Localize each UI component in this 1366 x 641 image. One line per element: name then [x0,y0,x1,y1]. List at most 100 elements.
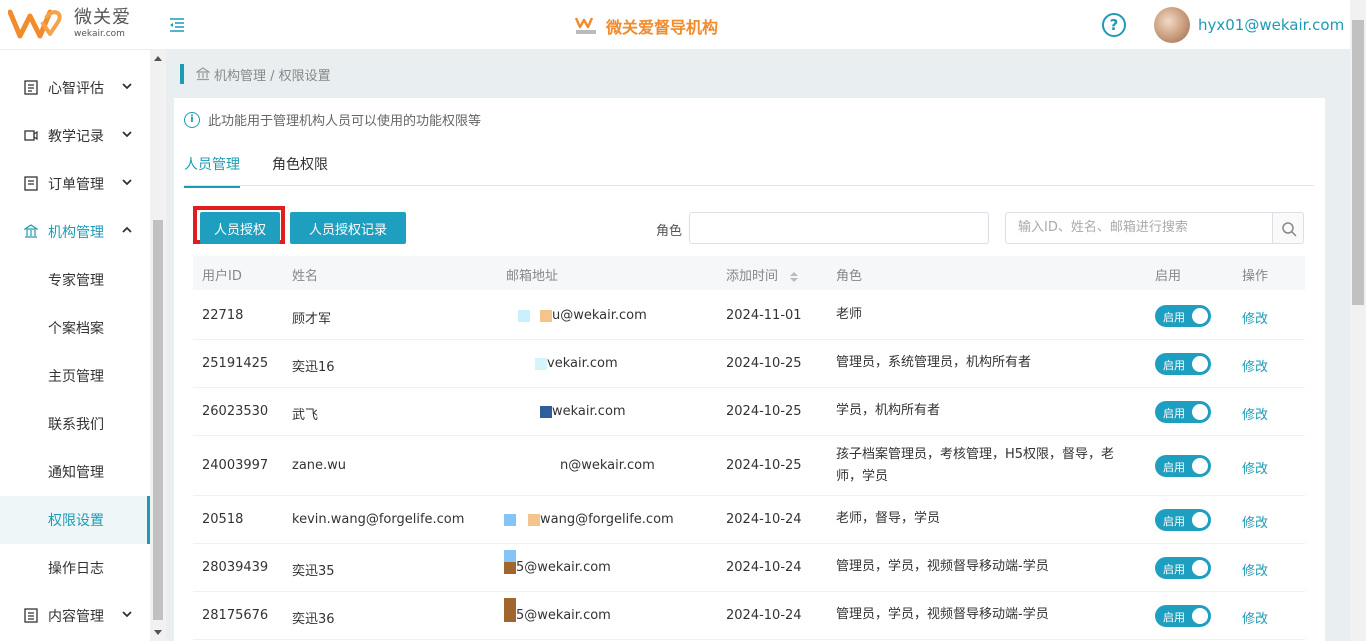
sidebar-item-case-files[interactable]: 个案档案 [0,304,150,352]
enable-toggle[interactable]: 启用 [1155,605,1211,627]
sidebar-item-experts[interactable]: 专家管理 [0,256,150,304]
chevron-down-icon [122,611,132,618]
table-row: 28039439 奕迅35 5@wekair.com 2024-10-24 管理… [193,544,1305,592]
sidebar-item-label: 专家管理 [48,273,104,289]
redaction-mark [535,358,547,370]
table-row: 20518 kevin.wang@forgelife.com wang@forg… [193,496,1305,544]
redaction-mark [504,562,516,574]
cell-name: 武飞 [292,408,319,423]
sidebar-item-orders[interactable]: 订单管理 [0,160,150,208]
cell-user-id: 28039439 [202,560,269,575]
cell-email: u@wekair.com [552,308,647,323]
edit-link[interactable]: 修改 [1242,308,1268,327]
scroll-down-icon[interactable] [154,630,162,635]
sort-icon[interactable] [790,271,799,282]
sidebar-item-mind-assessment[interactable]: 心智评估 [0,64,150,112]
auth-log-button[interactable]: 人员授权记录 [290,212,406,244]
sidebar-item-permissions[interactable]: 权限设置 [0,496,150,544]
cell-roles: 老师 [836,307,863,322]
order-icon [24,176,38,191]
sidebar-item-label: 机构管理 [48,225,104,241]
menu-collapse-icon[interactable] [168,16,186,34]
col-action: 操作 [1242,269,1269,284]
bank-icon [196,67,210,81]
sidebar-item-label: 权限设置 [48,513,104,529]
sidebar-scrollbar[interactable] [150,50,166,641]
chevron-down-icon [122,83,132,90]
enable-toggle[interactable]: 启用 [1155,305,1211,327]
logo[interactable]: 微关爱 wekair.com [8,6,131,42]
col-added-time[interactable]: 添加时间 [726,265,799,284]
search-button[interactable] [1272,212,1304,244]
edit-link[interactable]: 修改 [1242,356,1268,375]
sidebar-item-label: 教学记录 [48,129,104,145]
col-role: 角色 [836,269,863,284]
search-icon [1282,222,1297,237]
edit-link[interactable]: 修改 [1242,608,1268,627]
sidebar-item-teaching-records[interactable]: 教学记录 [0,112,150,160]
org-name: 微关爱督导机构 [606,18,719,37]
sidebar-item-label: 操作日志 [48,561,104,577]
page-scrollbar[interactable] [1350,0,1366,641]
edit-link[interactable]: 修改 [1242,404,1268,423]
info-banner: i 此功能用于管理机构人员可以使用的功能权限等 [184,110,481,129]
cell-name: zane.wu [292,458,347,473]
table-header: 用户ID 姓名 邮箱地址 添加时间 角色 启用 操作 [193,256,1305,290]
cell-date: 2024-10-24 [726,512,802,527]
tab-role-permissions[interactable]: 角色权限 [272,154,328,174]
sidebar-item-content[interactable]: 内容管理 [0,592,150,640]
breadcrumb: 机构管理 / 权限设置 [180,64,331,84]
edit-link[interactable]: 修改 [1242,458,1268,477]
cell-name: kevin.wang@forgelife.com [292,512,465,527]
table-row: 25191425 奕迅16 vekair.com 2024-10-25 管理员，… [193,340,1305,388]
org-logo-icon [574,17,596,34]
cell-name: 奕迅16 [292,360,335,375]
sidebar-item-org-management[interactable]: 机构管理 [0,208,150,256]
enable-toggle[interactable]: 启用 [1155,401,1211,423]
cell-email: 5@wekair.com [516,560,611,575]
role-select[interactable] [689,212,989,244]
report-icon [24,80,38,95]
sidebar-item-homepage[interactable]: 主页管理 [0,352,150,400]
bank-icon [24,224,38,238]
table-row: 26023530 武飞 wekair.com 2024-10-25 学员，机构所… [193,388,1305,436]
enable-toggle[interactable]: 启用 [1155,455,1211,477]
user-email[interactable]: hyx01@wekair.com [1198,16,1344,34]
cell-name: 奕迅35 [292,564,335,579]
table-row: 22718 顾才军 u@wekair.com 2024-11-01 老师 启用 … [193,292,1305,340]
search-input[interactable]: 输入ID、姓名、邮箱进行搜索 [1005,212,1273,244]
sidebar-item-label: 主页管理 [48,369,104,385]
role-filter-label: 角色 [656,224,683,239]
sidebar-item-operation-log[interactable]: 操作日志 [0,544,150,592]
authorize-button[interactable]: 人员授权 [200,212,280,244]
chevron-up-icon [122,226,132,233]
help-icon[interactable]: ? [1102,13,1126,37]
tab-personnel[interactable]: 人员管理 [184,154,240,188]
avatar[interactable] [1154,7,1190,43]
top-header: 微关爱 wekair.com 微关爱督导机构 ? hyx01@wekair.co… [0,0,1350,50]
table-row: 24003997 zane.wu n@wekair.com 2024-10-25… [193,436,1305,496]
scroll-up-icon[interactable] [154,56,162,61]
logo-mark-icon [8,9,62,39]
sidebar-item-label: 订单管理 [48,177,104,193]
enable-toggle[interactable]: 启用 [1155,509,1211,531]
cell-date: 2024-10-25 [726,458,802,473]
main-panel: i 此功能用于管理机构人员可以使用的功能权限等 人员管理 角色权限 人员授权 人… [174,98,1325,641]
sidebar-item-contact[interactable]: 联系我们 [0,400,150,448]
sidebar-item-label: 心智评估 [48,81,104,97]
cell-user-id: 25191425 [202,356,269,371]
enable-toggle[interactable]: 启用 [1155,353,1211,375]
info-text: 此功能用于管理机构人员可以使用的功能权限等 [208,114,482,129]
video-icon [24,130,38,141]
col-enabled: 启用 [1155,269,1182,284]
cell-user-id: 20518 [202,512,244,527]
sidebar-item-notifications[interactable]: 通知管理 [0,448,150,496]
edit-link[interactable]: 修改 [1242,560,1268,579]
redaction-mark [518,310,530,322]
sidebar-item-label: 通知管理 [48,465,104,481]
page-scroll-thumb[interactable] [1352,20,1364,305]
sidebar-scroll-thumb[interactable] [153,220,163,620]
edit-link[interactable]: 修改 [1242,512,1268,531]
sidebar: 心智评估 教学记录 订单管理 机构管理 专家管理 个案档案 主页管理 联系我们 … [0,50,166,641]
enable-toggle[interactable]: 启用 [1155,557,1211,579]
